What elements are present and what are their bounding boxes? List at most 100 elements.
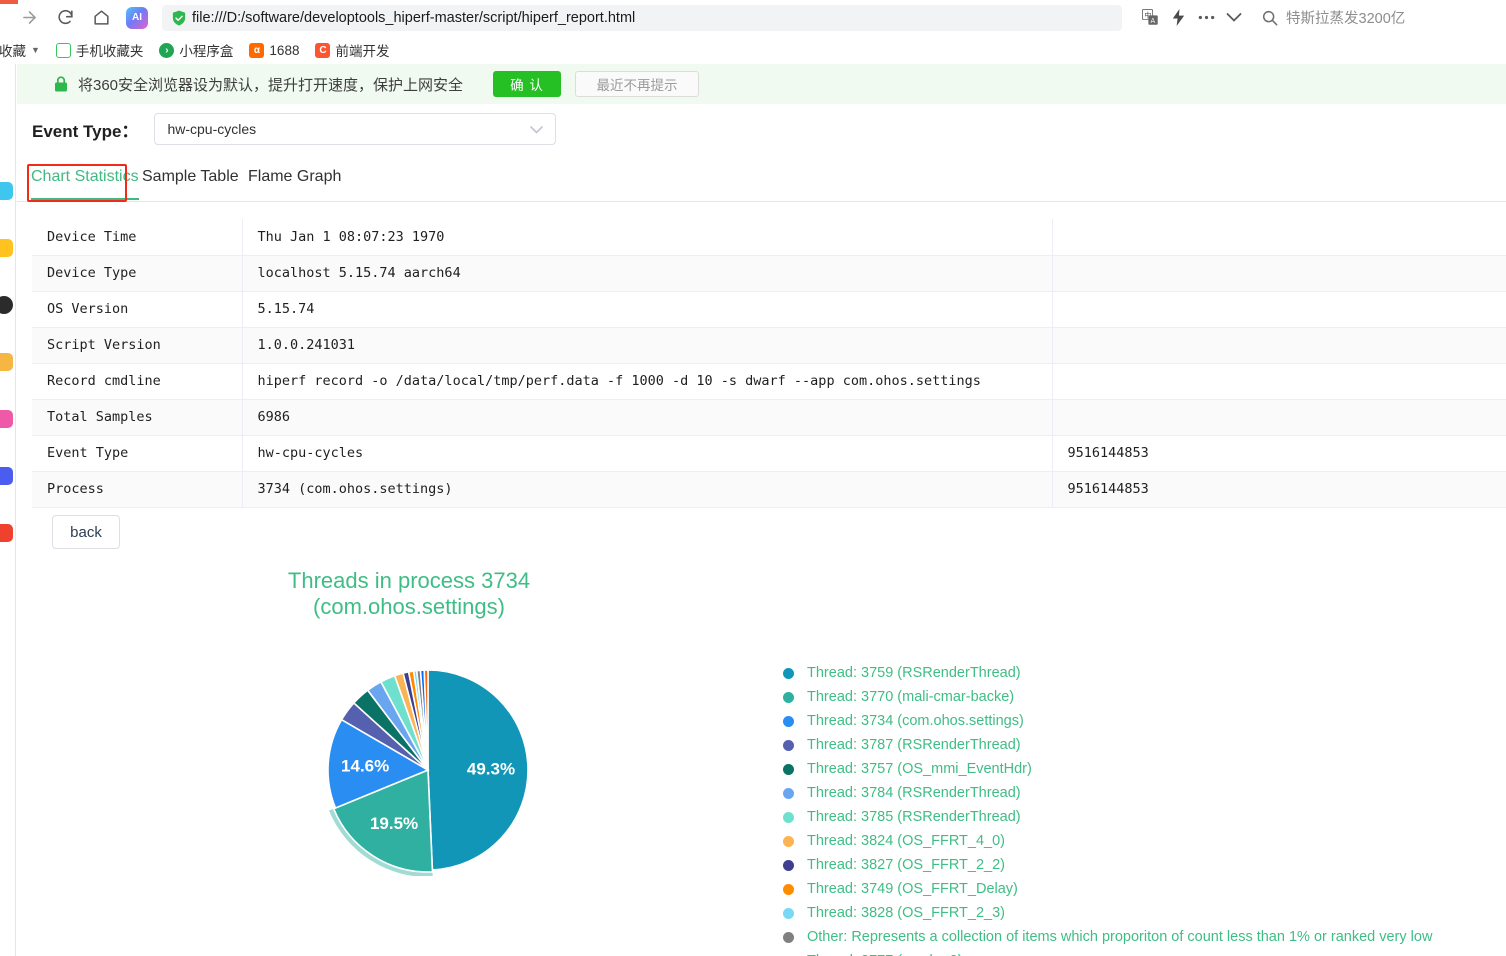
bookmark-label: 收藏 xyxy=(0,44,26,59)
legend-color-swatch xyxy=(783,667,794,679)
back-button[interactable]: back xyxy=(52,515,120,549)
alibaba-icon: α xyxy=(249,42,265,58)
wechat-mini-icon: › xyxy=(159,42,175,58)
legend-label: Thread: 3787 (RSRenderThread) xyxy=(807,737,1021,753)
home-button[interactable] xyxy=(86,3,116,33)
legend-color-swatch xyxy=(783,739,794,751)
legend-item[interactable]: Thread: 3827 (OS_FFRT_2_2) xyxy=(767,853,1497,877)
default-browser-notification: 将360安全浏览器设为默认，提升打开速度，保护上网安全 确 认 最近不再提示 xyxy=(17,64,1506,104)
row-extra: 9516144853 xyxy=(1052,471,1506,508)
row-key: Event Type xyxy=(32,435,243,472)
legend-color-swatch xyxy=(783,883,794,895)
row-value: hw-cpu-cycles xyxy=(242,435,1053,472)
legend-item[interactable]: Other: Represents a collection of items … xyxy=(767,925,1497,949)
svg-text:A: A xyxy=(1150,17,1155,25)
legend-item[interactable]: Thread: 3757 (OS_mmi_EventHdr) xyxy=(767,757,1497,781)
bookmark-mobile-favorites[interactable]: 手机收藏夹 xyxy=(55,40,143,60)
row-key: Script Version xyxy=(32,327,243,364)
legend-item[interactable]: Thread: 3828 (OS_FFRT_2_3) xyxy=(767,901,1497,925)
legend-label: Thread: 3828 (OS_FFRT_2_3) xyxy=(807,905,1005,921)
legend-color-swatch xyxy=(783,715,794,727)
legend-item[interactable]: Thread: 3824 (OS_FFRT_4_0) xyxy=(767,829,1497,853)
bookmark-label: 小程序盒 xyxy=(179,44,234,59)
pie-canvas[interactable]: 49.3% 19.5% 14.6% xyxy=(322,664,534,877)
tab-bar: Chart Statistics Sample Table Flame Grap… xyxy=(17,160,1506,202)
legend-label: Thread: 3749 (OS_FFRT_Delay) xyxy=(807,881,1018,897)
pie-slice-percent-label: 14.6% xyxy=(341,757,389,776)
bookmark-favorites[interactable]: 收藏 ▼ xyxy=(0,40,40,60)
lightning-icon[interactable] xyxy=(1164,5,1192,31)
rail-icon-7[interactable] xyxy=(0,524,13,542)
search-input[interactable]: 特斯拉蒸发3200亿 xyxy=(1262,5,1498,31)
legend-item[interactable]: Thread: 3770 (mali-cmar-backe) xyxy=(767,685,1497,709)
bookmark-frontend-dev[interactable]: C 前端开发 xyxy=(315,40,389,60)
legend-label: Other: Represents a collection of items … xyxy=(807,929,1433,945)
chevron-down-icon: ▼ xyxy=(31,45,40,55)
legend-item[interactable]: Thread: 3734 (com.ohos.settings) xyxy=(767,709,1497,733)
threads-pie-chart: Threads in process 3734 (com.ohos.settin… xyxy=(17,556,1506,956)
legend-color-swatch xyxy=(783,787,794,799)
row-value: 3734 (com.ohos.settings) xyxy=(242,471,1053,508)
pie-slice-percent-label: 49.3% xyxy=(467,760,515,779)
row-key: Total Samples xyxy=(32,399,243,436)
address-bar[interactable]: file:///D:/software/developtools_hiperf-… xyxy=(162,4,1122,31)
table-row: Script Version 1.0.0.241031 xyxy=(32,327,1506,364)
notification-text: 将360安全浏览器设为默认，提升打开速度，保护上网安全 xyxy=(78,76,464,94)
row-extra: 9516144853 xyxy=(1052,435,1506,472)
table-row: Record cmdline hiperf record -o /data/lo… xyxy=(32,363,1506,400)
pie-svg[interactable]: 49.3% 19.5% 14.6% xyxy=(322,664,534,877)
pie-slice-percent-label: 19.5% xyxy=(370,814,418,833)
legend-item[interactable]: Thread: 3787 (RSRenderThread) xyxy=(767,733,1497,757)
legend-item[interactable]: Thread: 3784 (RSRenderThread) xyxy=(767,781,1497,805)
legend-label: Thread: 3784 (RSRenderThread) xyxy=(807,785,1021,801)
bookmark-1688[interactable]: α 1688 xyxy=(249,42,299,58)
legend-label: Thread: 3759 (RSRenderThread) xyxy=(807,665,1021,681)
table-row: Process 3734 (com.ohos.settings) 9516144… xyxy=(32,471,1506,508)
legend-color-swatch xyxy=(783,859,794,871)
browser-toolbar: AI file:///D:/software/developtools_hipe… xyxy=(0,0,1506,35)
legend-label: Thread: 3827 (OS_FFRT_2_2) xyxy=(807,857,1005,873)
rail-icon-5[interactable] xyxy=(0,410,13,428)
reload-button[interactable] xyxy=(50,3,80,33)
row-value: 1.0.0.241031 xyxy=(242,327,1053,364)
ai-assistant-button[interactable]: AI xyxy=(126,6,148,29)
tab-chart-statistics[interactable]: Chart Statistics xyxy=(31,168,139,200)
row-key: Process xyxy=(32,471,243,508)
rail-icon-4[interactable] xyxy=(0,353,13,371)
row-extra xyxy=(1052,363,1506,400)
legend-item[interactable]: Thread: 3749 (OS_FFRT_Delay) xyxy=(767,877,1497,901)
row-value: localhost 5.15.74 aarch64 xyxy=(242,255,1053,292)
confirm-button[interactable]: 确 认 xyxy=(493,71,562,97)
legend-color-swatch xyxy=(783,931,794,943)
rail-icon-2[interactable] xyxy=(0,239,13,257)
rail-icon-6[interactable] xyxy=(0,467,13,485)
row-extra xyxy=(1052,291,1506,328)
bookmark-mini-program[interactable]: › 小程序盒 xyxy=(159,40,233,60)
bookmarks-bar: 收藏 ▼ 手机收藏夹 › 小程序盒 α 1688 C 前端开发 xyxy=(0,36,1506,64)
legend-color-swatch xyxy=(783,763,794,775)
more-options-icon[interactable] xyxy=(1192,5,1220,31)
legend-item[interactable]: Thread: 3785 (RSRenderThread) xyxy=(767,805,1497,829)
tab-flame-graph[interactable]: Flame Graph xyxy=(248,168,341,198)
legend-label: Thread: 3770 (mali-cmar-backe) xyxy=(807,689,1015,705)
tab-sample-table[interactable]: Sample Table xyxy=(142,168,239,198)
event-type-select[interactable]: hw-cpu-cycles xyxy=(154,113,557,145)
dismiss-button[interactable]: 最近不再提示 xyxy=(575,71,700,97)
row-key: Device Type xyxy=(32,255,243,292)
legend-color-swatch xyxy=(783,811,794,823)
legend-color-swatch xyxy=(783,907,794,919)
table-row: Event Type hw-cpu-cycles 9516144853 xyxy=(32,435,1506,472)
legend-item[interactable]: Thread: 3759 (RSRenderThread) xyxy=(767,661,1497,685)
rail-icon-1[interactable] xyxy=(0,182,13,200)
forward-button[interactable] xyxy=(14,3,44,33)
translate-icon[interactable]: 中 A xyxy=(1136,5,1164,31)
row-value: Thu Jan 1 08:07:23 1970 xyxy=(242,219,1053,256)
csdn-icon: C xyxy=(315,42,331,58)
legend-item[interactable]: Thread: 3777 (ace.bg.2) xyxy=(767,949,1497,956)
rail-icon-3[interactable] xyxy=(0,296,13,314)
chevron-down-icon[interactable] xyxy=(1220,5,1248,31)
tab-strip-remnant xyxy=(0,0,18,4)
phone-icon xyxy=(55,42,71,58)
side-rail xyxy=(0,64,16,956)
legend-label: Thread: 3785 (RSRenderThread) xyxy=(807,809,1021,825)
